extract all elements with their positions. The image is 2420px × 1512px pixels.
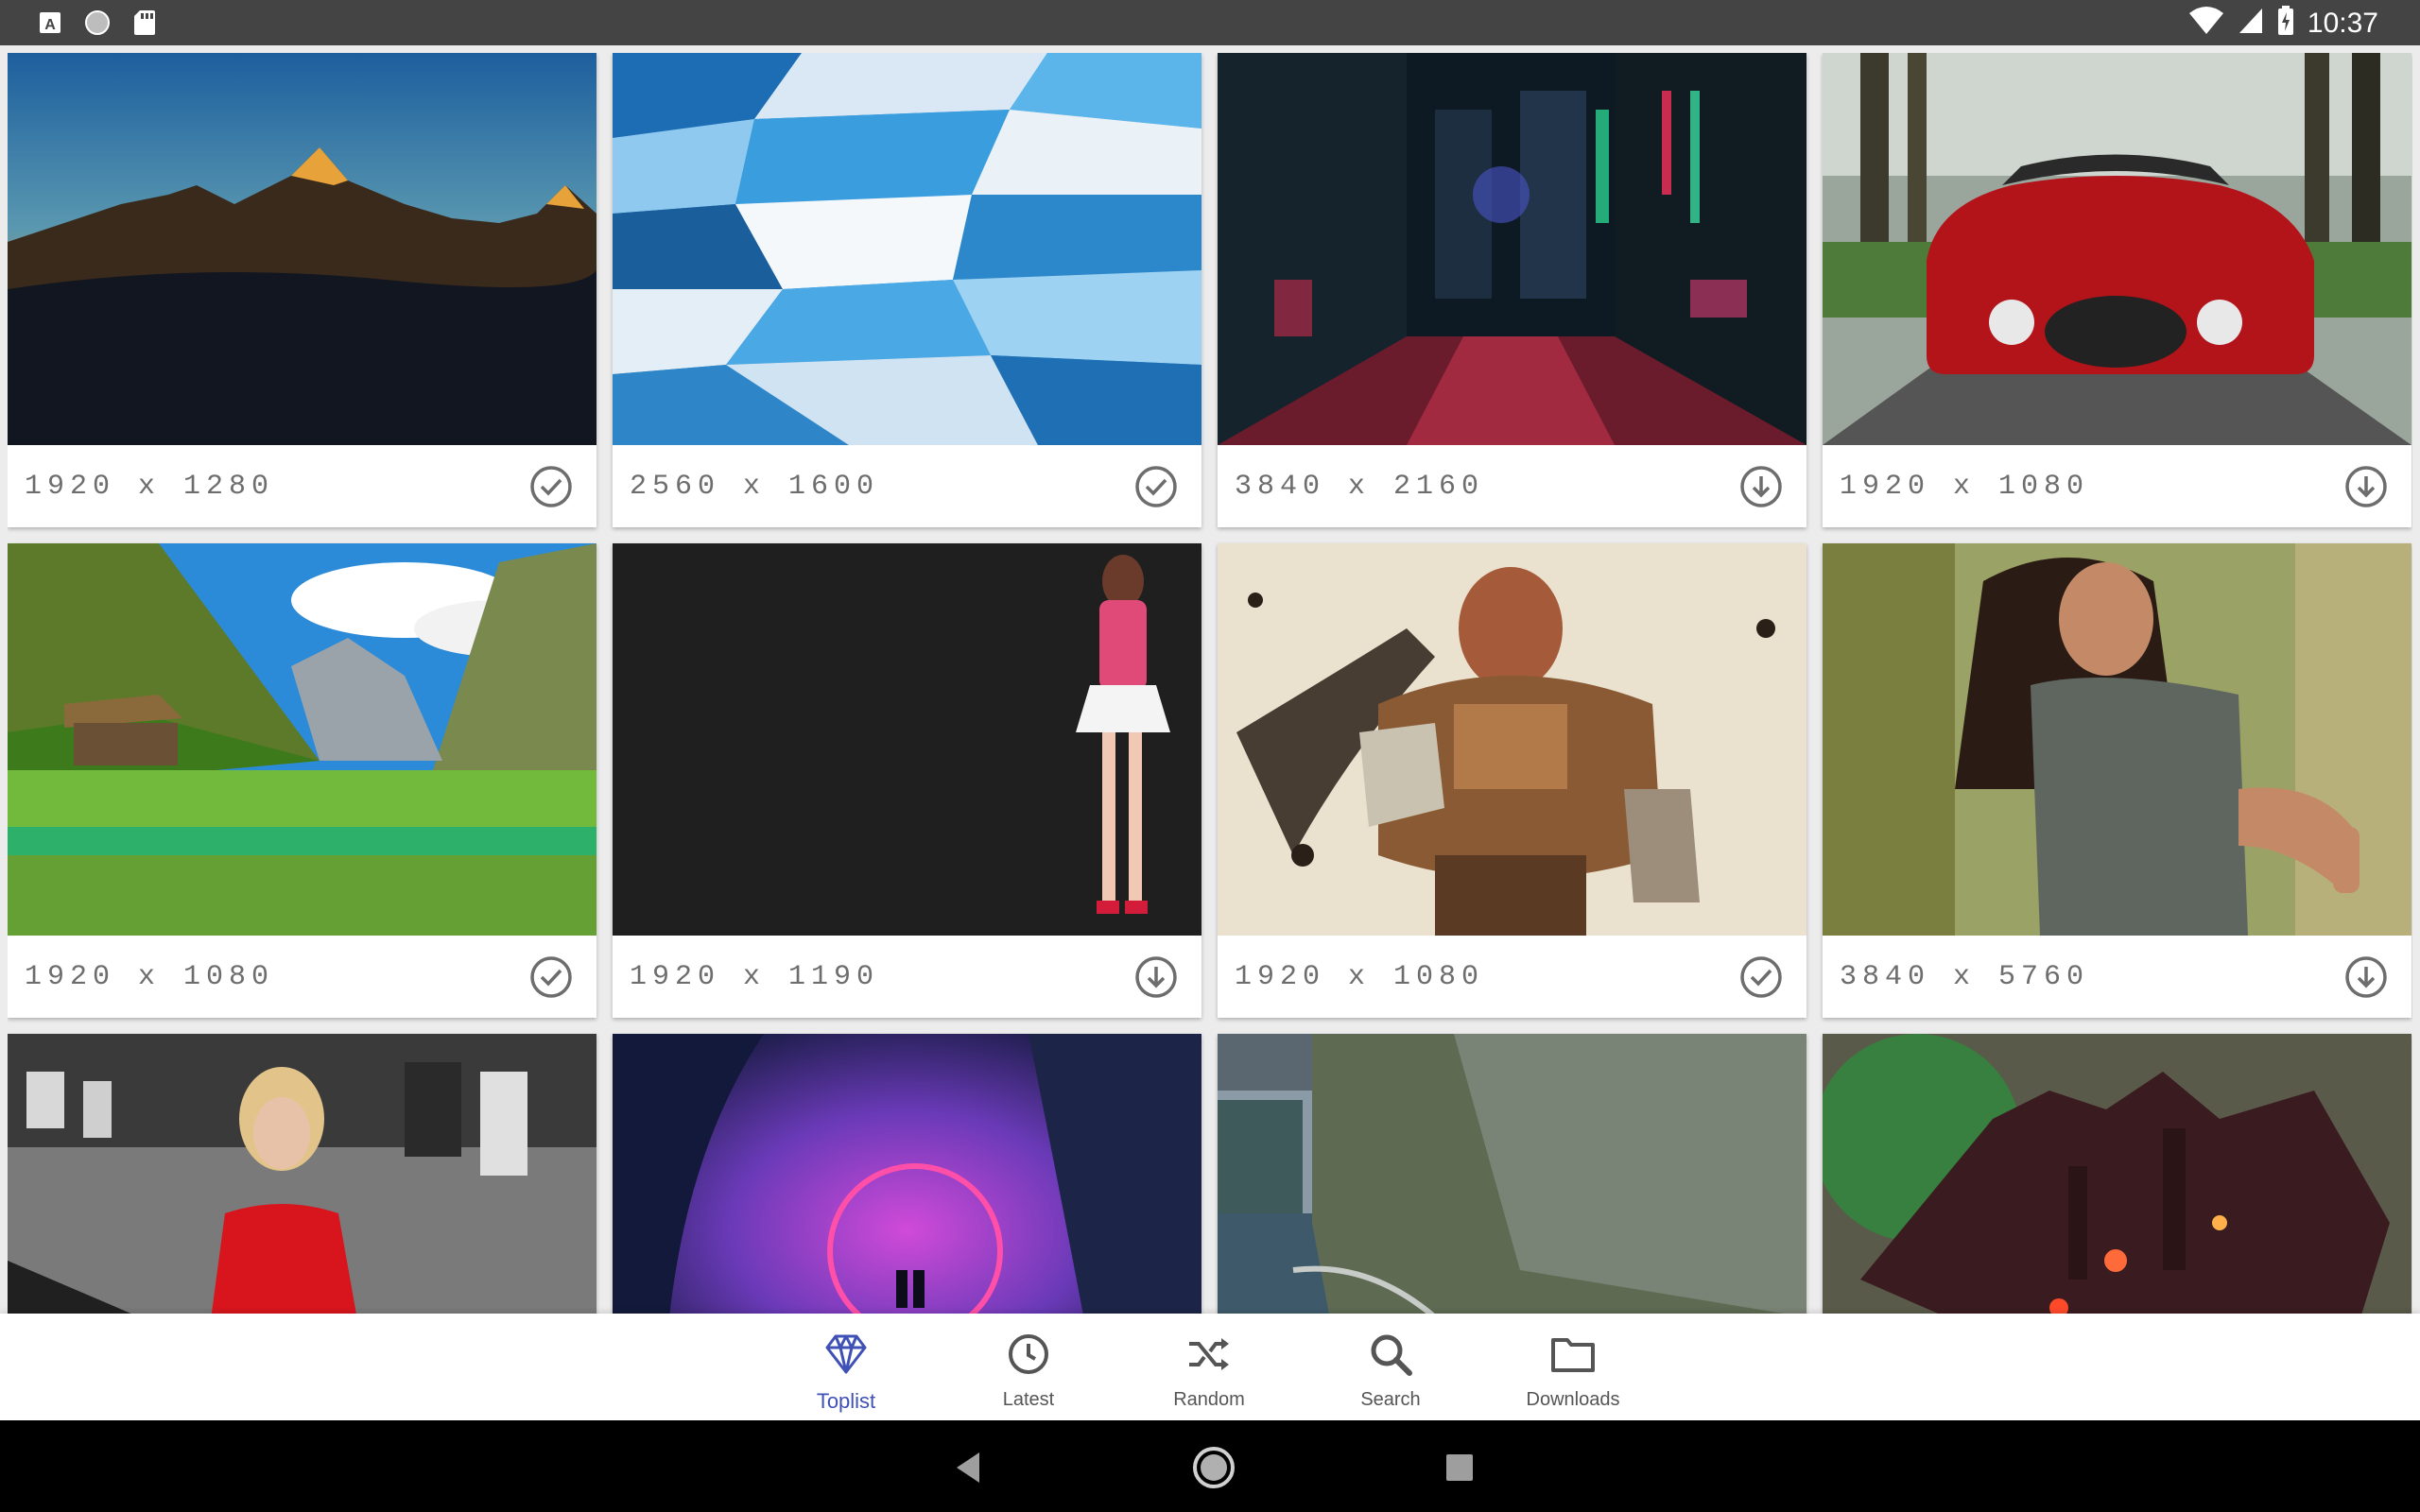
download-icon[interactable] [1737,462,1786,511]
system-navigation-bar [0,1420,2420,1512]
resolution-label: 2560 x 1600 [630,470,880,503]
wallpaper-grid[interactable]: 1920 x 1280 2560 x 1600 3840 x 2160 1920… [8,53,2412,1314]
downloaded-check-icon[interactable] [1737,953,1786,1002]
wallpaper-thumbnail-fighter-art[interactable] [1218,543,1806,936]
wallpaper-thumbnail-forest-portrait[interactable] [1823,543,2411,936]
nav-label: Random [1173,1389,1245,1410]
wallpaper-thumbnail-red-dress[interactable] [8,1034,596,1314]
clock-icon [1005,1331,1052,1383]
card-footer: 1920 x 1280 [8,445,596,527]
nav-label: Search [1360,1389,1421,1410]
wallpaper-thumbnail-cosmic-ring[interactable] [613,1034,1201,1314]
wallpaper-thumbnail-neon-city[interactable] [1218,53,1806,445]
wallpaper-thumbnail-alpine-lake[interactable] [8,543,596,936]
resolution-label: 1920 x 1080 [1840,470,2090,503]
wallpaper-card[interactable]: 3840 x 5760 [1823,543,2411,1018]
battery-charging-icon [2277,6,2294,41]
nav-item-search[interactable]: Search [1305,1314,1476,1420]
card-footer: 3840 x 5760 [1823,936,2411,1018]
wallpaper-card[interactable]: 1920 x 1080 [1218,543,1806,1018]
status-right-icons: 10:37 [2188,6,2378,41]
wallpaper-card[interactable]: 1920 x 1190 [613,543,1201,1018]
wallpaper-thumbnail-dark-figure[interactable] [613,543,1201,936]
folder-icon [1549,1331,1597,1383]
resolution-label: 1920 x 1080 [1235,960,1485,993]
nav-label: Toplist [816,1389,876,1413]
card-footer: 1920 x 1080 [8,936,596,1018]
card-footer: 3840 x 2160 [1218,445,1806,527]
resolution-label: 1920 x 1280 [25,470,275,503]
search-icon [1367,1331,1414,1383]
status-time: 10:37 [2307,7,2378,39]
wallpaper-card[interactable]: 2560 x 1600 [613,53,1201,527]
resolution-label: 3840 x 5760 [1840,960,2090,993]
nav-item-random[interactable]: Random [1124,1314,1294,1420]
status-bar: A 10:37 [0,0,2420,45]
wallpaper-card[interactable] [8,1034,596,1314]
sd-card-icon [132,9,157,42]
card-footer: 1920 x 1080 [1218,936,1806,1018]
wallpaper-card[interactable]: 3840 x 2160 [1218,53,1806,527]
downloaded-check-icon[interactable] [1132,462,1181,511]
svg-text:A: A [44,17,56,33]
nav-item-downloads[interactable]: Downloads [1488,1314,1658,1420]
card-footer: 2560 x 1600 [613,445,1201,527]
resolution-label: 3840 x 2160 [1235,470,1485,503]
nav-label: Latest [1002,1389,1055,1410]
wifi-icon [2188,6,2224,41]
nav-label: Downloads [1526,1389,1620,1410]
wallpaper-thumbnail-mountain-sunset[interactable] [8,53,596,445]
shuffle-icon [1185,1331,1233,1383]
downloaded-check-icon[interactable] [527,462,576,511]
nav-item-toplist[interactable]: Toplist [761,1314,931,1420]
home-icon[interactable] [1189,1443,1238,1492]
resolution-label: 1920 x 1190 [630,960,880,993]
wallpaper-card[interactable] [1218,1034,1806,1314]
wallpaper-card[interactable] [613,1034,1201,1314]
bottom-navigation: Toplist Latest Random Search Downloads [0,1314,2420,1420]
wallpaper-thumbnail-cliff-road[interactable] [1218,1034,1806,1314]
wallpaper-card[interactable]: 1920 x 1280 [8,53,596,527]
recents-icon[interactable] [1439,1447,1480,1488]
wallpaper-thumbnail-blue-geometric[interactable] [613,53,1201,445]
download-icon[interactable] [2342,953,2391,1002]
download-icon[interactable] [2342,462,2391,511]
resolution-label: 1920 x 1080 [25,960,275,993]
wallpaper-thumbnail-red-car[interactable] [1823,53,2411,445]
diamond-icon [822,1331,870,1383]
wallpaper-card[interactable] [1823,1034,2411,1314]
card-footer: 1920 x 1080 [1823,445,2411,527]
downloaded-check-icon[interactable] [527,953,576,1002]
back-icon[interactable] [949,1447,991,1488]
signal-icon [2238,7,2264,40]
status-left-icons: A [38,9,157,42]
wallpaper-card[interactable]: 1920 x 1080 [8,543,596,1018]
card-footer: 1920 x 1190 [613,936,1201,1018]
app-a-icon: A [38,10,62,40]
circle-icon [83,9,112,42]
nav-item-latest[interactable]: Latest [943,1314,1114,1420]
wallpaper-card[interactable]: 1920 x 1080 [1823,53,2411,527]
download-icon[interactable] [1132,953,1181,1002]
wallpaper-thumbnail-fantasy-castle[interactable] [1823,1034,2411,1314]
